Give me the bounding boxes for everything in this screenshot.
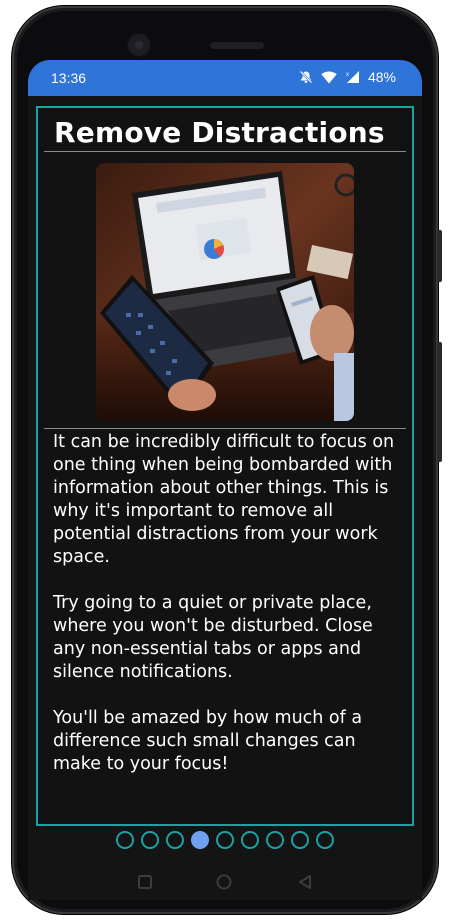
paragraph-3: You'll be amazed by how much of a differ…: [53, 708, 363, 774]
signal-icon: x: [345, 70, 360, 84]
earpiece-speaker: [210, 42, 264, 49]
page-dot-8[interactable]: [291, 831, 309, 849]
front-camera: [128, 34, 150, 56]
navigation-bar: [28, 865, 422, 900]
page-dot-1[interactable]: [116, 831, 134, 849]
status-time: 13:36: [51, 70, 87, 86]
wifi-icon: [321, 71, 337, 84]
body-text: It can be incredibly difficult to focus …: [53, 431, 403, 799]
page-dot-4[interactable]: [191, 831, 209, 849]
status-bar: 13:36 x 48%: [28, 60, 422, 96]
content-card: Remove Distractions It can be incredibly…: [36, 106, 414, 826]
laptop-tablet-phone-photo: [96, 163, 354, 421]
volume-button: [437, 230, 442, 282]
page-dot-2[interactable]: [141, 831, 159, 849]
page-dot-7[interactable]: [266, 831, 284, 849]
paragraph-1: It can be incredibly difficult to focus …: [53, 432, 395, 567]
image-divider: [44, 428, 406, 429]
recents-icon[interactable]: [136, 873, 154, 895]
status-icons: x 48%: [299, 69, 396, 85]
paragraph-2: Try going to a quiet or private place, w…: [53, 593, 373, 682]
page-indicator: [28, 831, 422, 849]
page-dot-3[interactable]: [166, 831, 184, 849]
page-dot-9[interactable]: [316, 831, 334, 849]
power-button: [437, 342, 442, 462]
home-icon[interactable]: [215, 873, 233, 895]
page-dot-6[interactable]: [241, 831, 259, 849]
mute-icon: [299, 70, 313, 84]
battery-level: 48%: [367, 69, 396, 85]
title-divider: [44, 151, 406, 152]
screen: 13:36 x 48% Remove Distractions It can b…: [28, 60, 422, 900]
svg-text:x: x: [346, 72, 349, 78]
page-title: Remove Distractions: [54, 116, 385, 149]
page-dot-5[interactable]: [216, 831, 234, 849]
back-icon[interactable]: [296, 873, 314, 895]
